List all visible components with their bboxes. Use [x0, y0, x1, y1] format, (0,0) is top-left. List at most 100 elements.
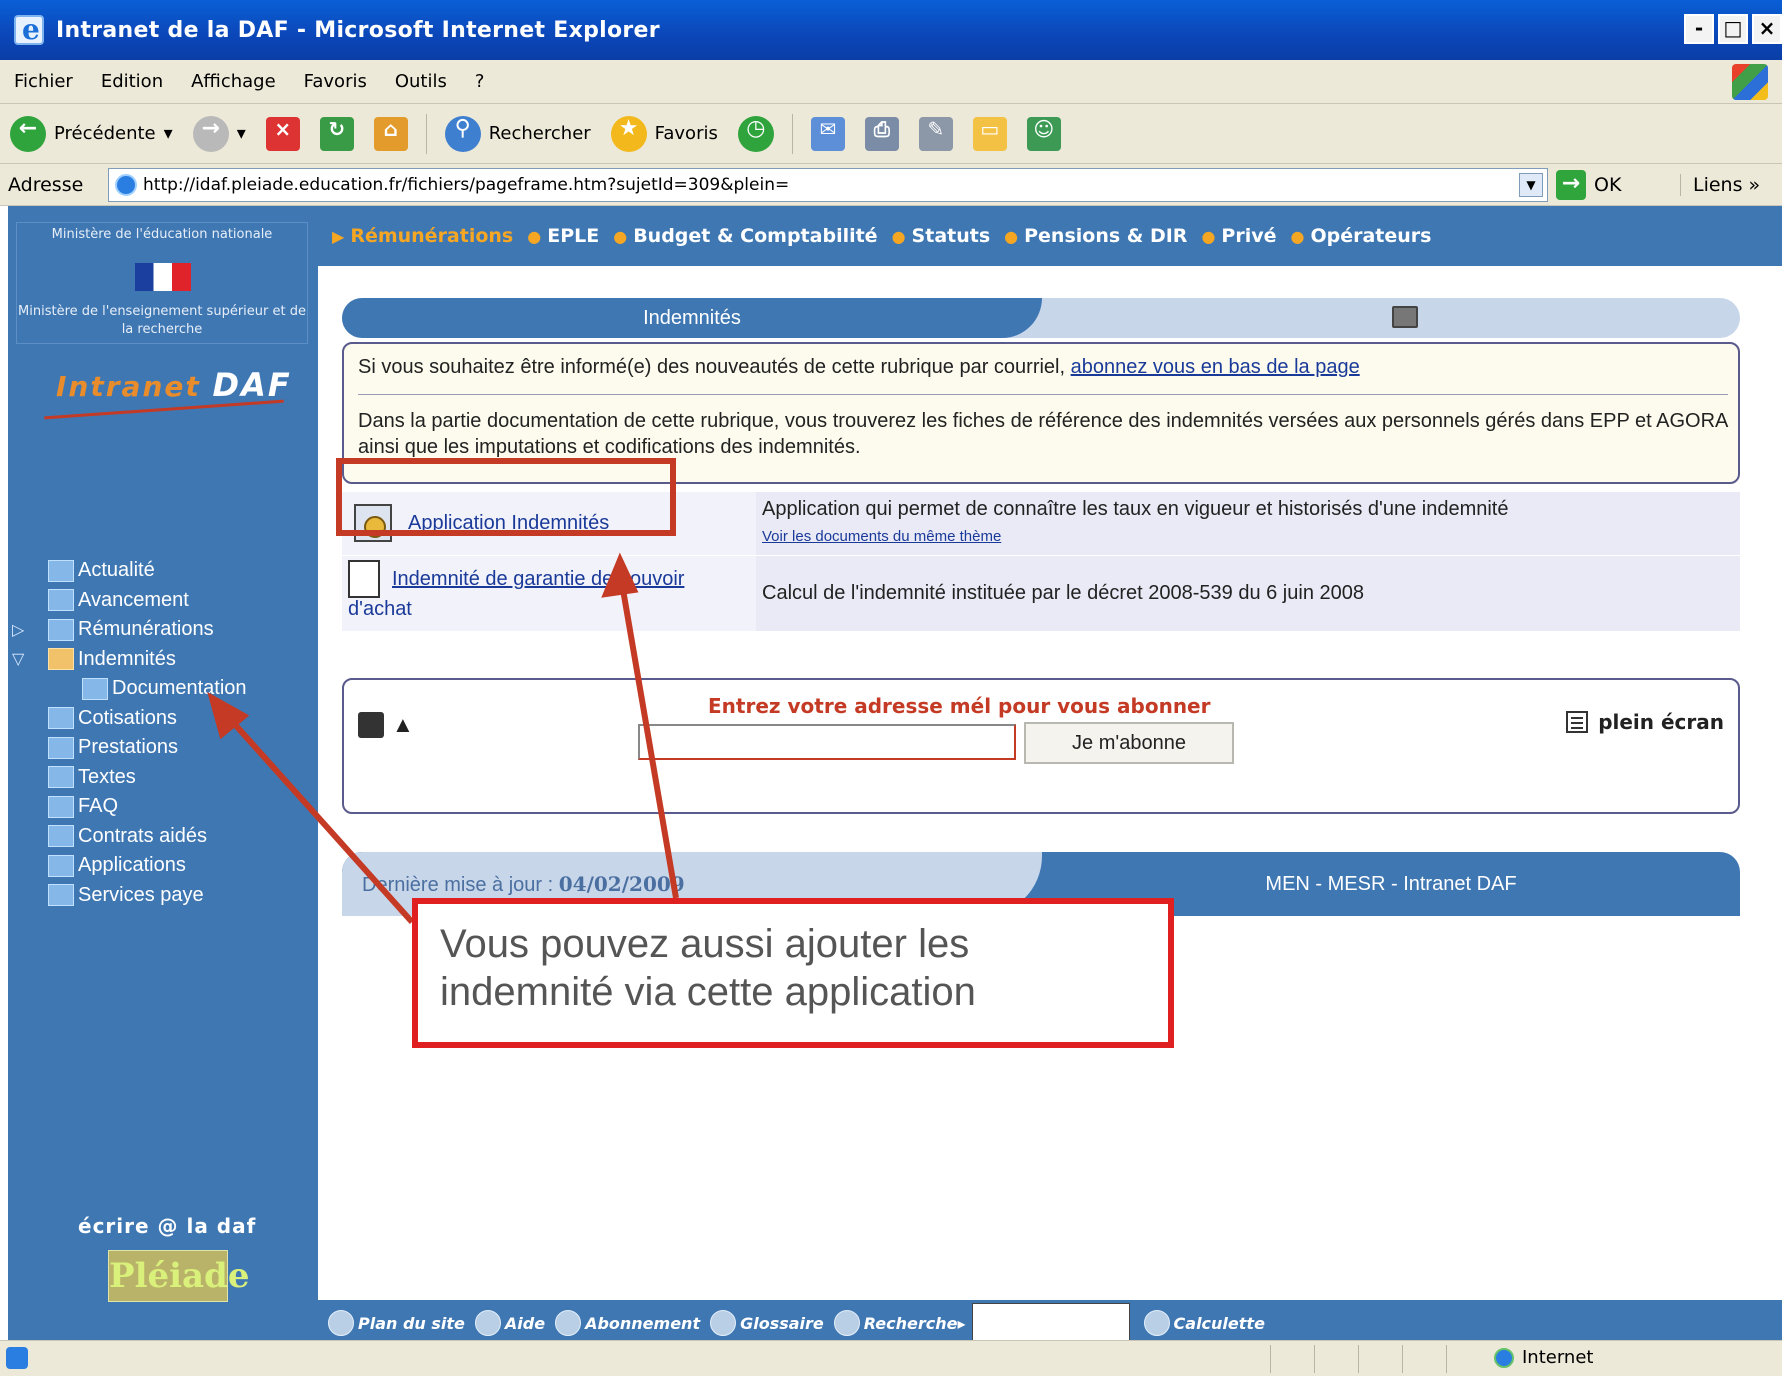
expand-arrow-icon[interactable]: ▷ — [12, 620, 24, 640]
sidebar-item-prestations[interactable]: Prestations — [48, 733, 247, 763]
go-button[interactable]: → OK — [1556, 170, 1621, 200]
back-button[interactable]: ← Précédente ▾ — [10, 115, 173, 152]
printer-icon[interactable] — [1392, 306, 1418, 328]
up-triangle-icon[interactable]: ▲ — [392, 712, 414, 738]
dropdown-icon[interactable]: ▾ — [237, 123, 246, 144]
status-cell — [1270, 1345, 1310, 1373]
subscribe-button[interactable]: Je m'abonne — [1024, 722, 1234, 764]
address-url[interactable]: http://idaf.pleiade.education.fr/fichier… — [143, 175, 789, 195]
refresh-icon: ↻ — [319, 116, 354, 151]
sitemap-link[interactable]: Plan du site — [328, 1310, 465, 1336]
fullscreen-label: plein écran — [1598, 710, 1724, 734]
stop-button[interactable]: × — [265, 116, 300, 151]
refresh-button[interactable]: ↻ — [319, 116, 354, 151]
sidebar-item-label: Avancement — [78, 588, 189, 611]
messenger-button[interactable]: ☺ — [1026, 116, 1061, 151]
search-link[interactable]: Recherche ▸ — [833, 1310, 966, 1336]
sidebar-item-faq[interactable]: FAQ — [48, 792, 247, 822]
search-button[interactable]: ⚲ Rechercher — [444, 115, 591, 152]
home-button[interactable]: ⌂ — [373, 116, 408, 151]
menu-fichier[interactable]: Fichier — [14, 71, 73, 92]
collapse-arrow-icon[interactable]: ▽ — [12, 649, 24, 669]
subscribe-anchor-link[interactable]: abonnez vous en bas de la page — [1071, 356, 1360, 378]
menu-affichage[interactable]: Affichage — [191, 71, 276, 92]
links-button[interactable]: Liens » — [1680, 174, 1760, 196]
menu-edition[interactable]: Edition — [101, 71, 163, 92]
nav-operateurs[interactable]: ● Opérateurs — [1291, 225, 1432, 247]
email-field[interactable] — [638, 724, 1016, 760]
sidebar-item-textes[interactable]: Textes — [48, 763, 247, 793]
same-theme-documents-link[interactable]: Voir les documents du même thème — [762, 528, 1001, 545]
nav-statuts[interactable]: ● Statuts — [892, 225, 991, 247]
sidebar: Ministère de l'éducation nationale Minis… — [8, 206, 318, 1340]
sidebar-item-contrats-aides[interactable]: Contrats aidés — [48, 822, 247, 852]
ie-app-icon — [14, 13, 44, 46]
intranet-daf-logo[interactable]: Intranet DAF — [56, 366, 292, 404]
indemnite-garantie-link[interactable]: Indemnité de garantie de pouvoir d'achat — [348, 564, 752, 620]
back-arrow-icon: ← — [10, 115, 46, 152]
close-button[interactable]: × — [1752, 14, 1782, 44]
info-text: Si vous souhaitez être informé(e) des no… — [358, 356, 1071, 378]
sidebar-item-label: Applications — [78, 854, 186, 877]
menu-outils[interactable]: Outils — [395, 71, 447, 92]
menu-favoris[interactable]: Favoris — [304, 71, 367, 92]
folder-icon — [48, 618, 74, 641]
maximize-button[interactable]: □ — [1718, 14, 1748, 44]
nav-remunerations[interactable]: ▶ Rémunérations — [332, 225, 513, 247]
favorites-button[interactable]: ★ Favoris — [610, 115, 718, 152]
folder-button[interactable]: ▭ — [972, 116, 1007, 151]
help-link[interactable]: Aide — [474, 1310, 545, 1336]
print-button[interactable]: ⎙ — [864, 116, 899, 151]
history-button[interactable]: ◷ — [737, 115, 774, 152]
address-dropdown-icon[interactable]: ▼ — [1519, 173, 1543, 197]
site-search-input[interactable] — [971, 1303, 1130, 1343]
folder-icon — [48, 854, 74, 877]
edit-button[interactable]: ✎ — [918, 116, 953, 151]
mail-button[interactable]: ✉ — [810, 116, 845, 151]
glossary-link[interactable]: Glossaire — [710, 1310, 824, 1336]
nav-pensions-dir[interactable]: ● Pensions & DIR — [1004, 225, 1187, 247]
mail-icon: ✉ — [810, 116, 845, 151]
menu-help[interactable]: ? — [475, 71, 485, 92]
subscribe-toggle-icon[interactable] — [358, 712, 384, 738]
sidebar-item-services-paye[interactable]: Services paye — [48, 881, 247, 911]
history-icon: ◷ — [737, 115, 774, 152]
sidebar-item-label: Contrats aidés — [78, 824, 207, 847]
sidebar-item-indemnites[interactable]: ▽ Indemnités — [12, 645, 247, 675]
sidebar-item-documentation[interactable]: Documentation — [82, 674, 247, 704]
search-icon — [833, 1310, 860, 1336]
forward-button[interactable]: → ▾ — [192, 115, 246, 152]
toolbar-separator — [791, 113, 793, 154]
sidebar-item-label: Actualité — [78, 559, 155, 582]
edit-icon: ✎ — [918, 116, 953, 151]
nav-prive[interactable]: ● Privé — [1201, 225, 1276, 247]
pleiade-logo[interactable]: Pléiade — [108, 1250, 249, 1302]
fullscreen-icon — [1566, 711, 1589, 733]
sidebar-item-remunerations[interactable]: ▷ Rémunérations — [12, 615, 247, 645]
fullscreen-link[interactable]: plein écran — [1566, 710, 1724, 734]
nav-budget-comptabilite[interactable]: ● Budget & Comptabilité — [613, 225, 877, 247]
tool-label: Recherche — [863, 1313, 958, 1333]
address-input[interactable]: http://idaf.pleiade.education.fr/fichier… — [108, 168, 1548, 202]
sidebar-item-avancement[interactable]: Avancement — [48, 586, 247, 616]
sidebar-item-actualite[interactable]: Actualité — [48, 556, 247, 586]
nav-eple[interactable]: ● EPLE — [527, 225, 599, 247]
folder-icon — [48, 884, 74, 907]
sidebar-item-cotisations[interactable]: Cotisations — [48, 704, 247, 734]
sidebar-item-applications[interactable]: Applications — [48, 851, 247, 881]
nav-label: Budget & Comptabilité — [633, 225, 878, 247]
messenger-icon: ☺ — [1026, 116, 1061, 151]
main-panel: Indemnités Si vous souhaitez être inform… — [318, 266, 1782, 1300]
windows-logo-icon — [1732, 64, 1768, 100]
write-to-daf-link[interactable]: écrire @ la daf — [78, 1214, 256, 1238]
nav-label: EPLE — [547, 225, 600, 247]
help-icon — [474, 1310, 501, 1336]
nav-label: Statuts — [911, 225, 991, 247]
calculator-link[interactable]: Calculette — [1143, 1310, 1265, 1336]
dropdown-icon[interactable]: ▾ — [164, 123, 173, 144]
page-icon — [115, 174, 137, 196]
document-icon[interactable] — [348, 560, 380, 598]
subscription-link[interactable]: Abonnement — [555, 1310, 700, 1336]
bullet-icon: ● — [891, 226, 906, 246]
minimize-button[interactable]: - — [1684, 14, 1714, 44]
